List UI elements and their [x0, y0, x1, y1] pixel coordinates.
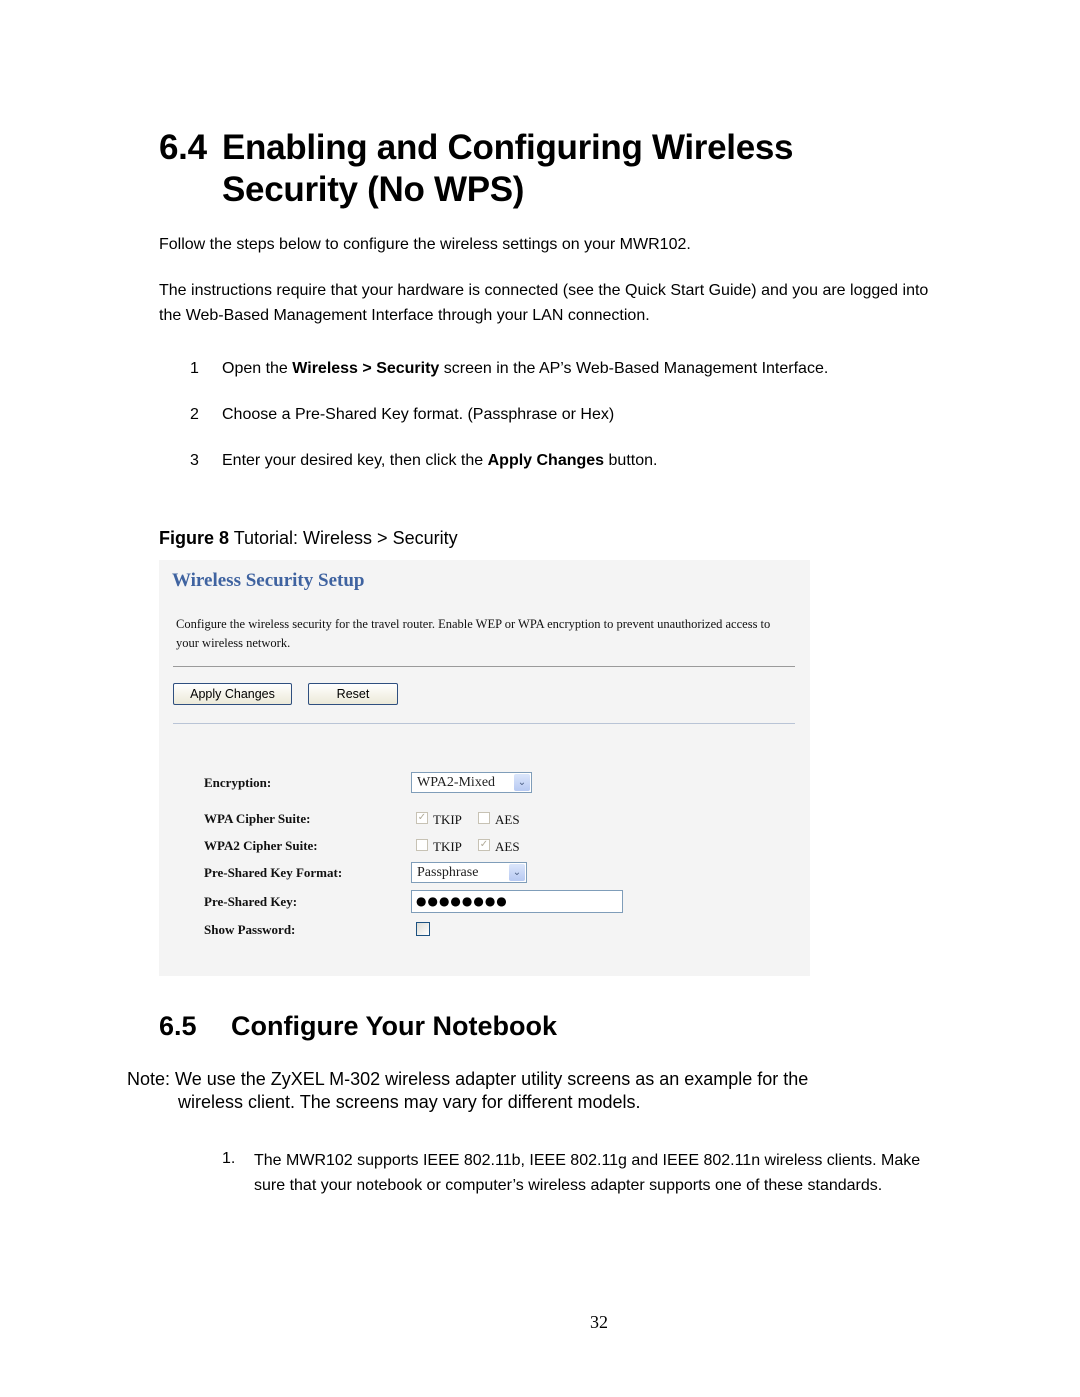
encryption-value: WPA2-Mixed — [417, 774, 496, 790]
intro-text: Follow the steps below to configure the … — [159, 236, 691, 253]
wpa-tkip-checkbox[interactable]: ✓ — [416, 812, 428, 824]
wpa-aes-label: AES — [495, 812, 520, 827]
page-number: 32 — [590, 1312, 608, 1332]
section-number: 6.5 — [159, 1011, 197, 1041]
psk-label: Pre-Shared Key: — [204, 894, 298, 909]
list-item: The MWR102 supports IEEE 802.11b, IEEE 8… — [254, 1152, 921, 1194]
section-title: Configure Your Notebook — [231, 1011, 557, 1041]
step-text: Enter your desired key, then click the A… — [222, 452, 658, 469]
psk-format-select[interactable]: Passphrase ⌄ — [411, 862, 527, 883]
step-number: 1 — [190, 360, 199, 377]
setup-description: Configure the wireless security for the … — [176, 617, 771, 650]
chevron-down-icon: ⌄ — [509, 864, 525, 881]
encryption-label: Encryption: — [204, 775, 272, 790]
show-password-label: Show Password: — [204, 922, 296, 937]
apply-changes-button[interactable]: Apply Changes — [173, 683, 292, 705]
chevron-down-icon: ⌄ — [514, 774, 530, 791]
wpa-cipher-label: WPA Cipher Suite: — [204, 811, 311, 826]
psk-input[interactable]: ●●●●●●●● — [411, 890, 623, 913]
wpa2-tkip-checkbox[interactable] — [416, 839, 428, 851]
reset-button[interactable]: Reset — [308, 683, 398, 705]
note-line: wireless client. The screens may vary fo… — [178, 1092, 641, 1112]
psk-format-label: Pre-Shared Key Format: — [204, 865, 343, 880]
step-text: Open the Wireless > Security screen in t… — [222, 360, 829, 377]
section-number: 6.4 — [159, 128, 207, 167]
step-number: 3 — [190, 452, 199, 469]
requirements-text: The instructions require that your hardw… — [159, 282, 929, 324]
divider — [173, 723, 795, 724]
wireless-security-screenshot: Wireless Security Setup Configure the wi… — [159, 560, 810, 976]
wpa2-tkip-label: TKIP — [433, 839, 462, 854]
show-password-checkbox[interactable] — [416, 922, 430, 936]
note-line: Note: We use the ZyXEL M-302 wireless ad… — [127, 1069, 809, 1089]
wpa-tkip-label: TKIP — [433, 812, 462, 827]
encryption-select[interactable]: WPA2-Mixed ⌄ — [411, 772, 532, 793]
wpa2-cipher-label: WPA2 Cipher Suite: — [204, 838, 318, 853]
wpa-aes-checkbox[interactable] — [478, 812, 490, 824]
step-text: Choose a Pre-Shared Key format. (Passphr… — [222, 406, 615, 423]
psk-format-value: Passphrase — [417, 864, 479, 880]
step-number: 2 — [190, 406, 199, 423]
divider — [173, 666, 795, 667]
figure-caption: Figure 8 Tutorial: Wireless > Security — [159, 528, 458, 548]
wpa2-aes-label: AES — [495, 839, 520, 854]
setup-title: Wireless Security Setup — [172, 570, 365, 591]
list-number: 1. — [222, 1150, 236, 1167]
wpa2-aes-checkbox[interactable]: ✓ — [478, 839, 490, 851]
section-title: Enabling and Configuring Wireless Securi… — [222, 128, 794, 209]
